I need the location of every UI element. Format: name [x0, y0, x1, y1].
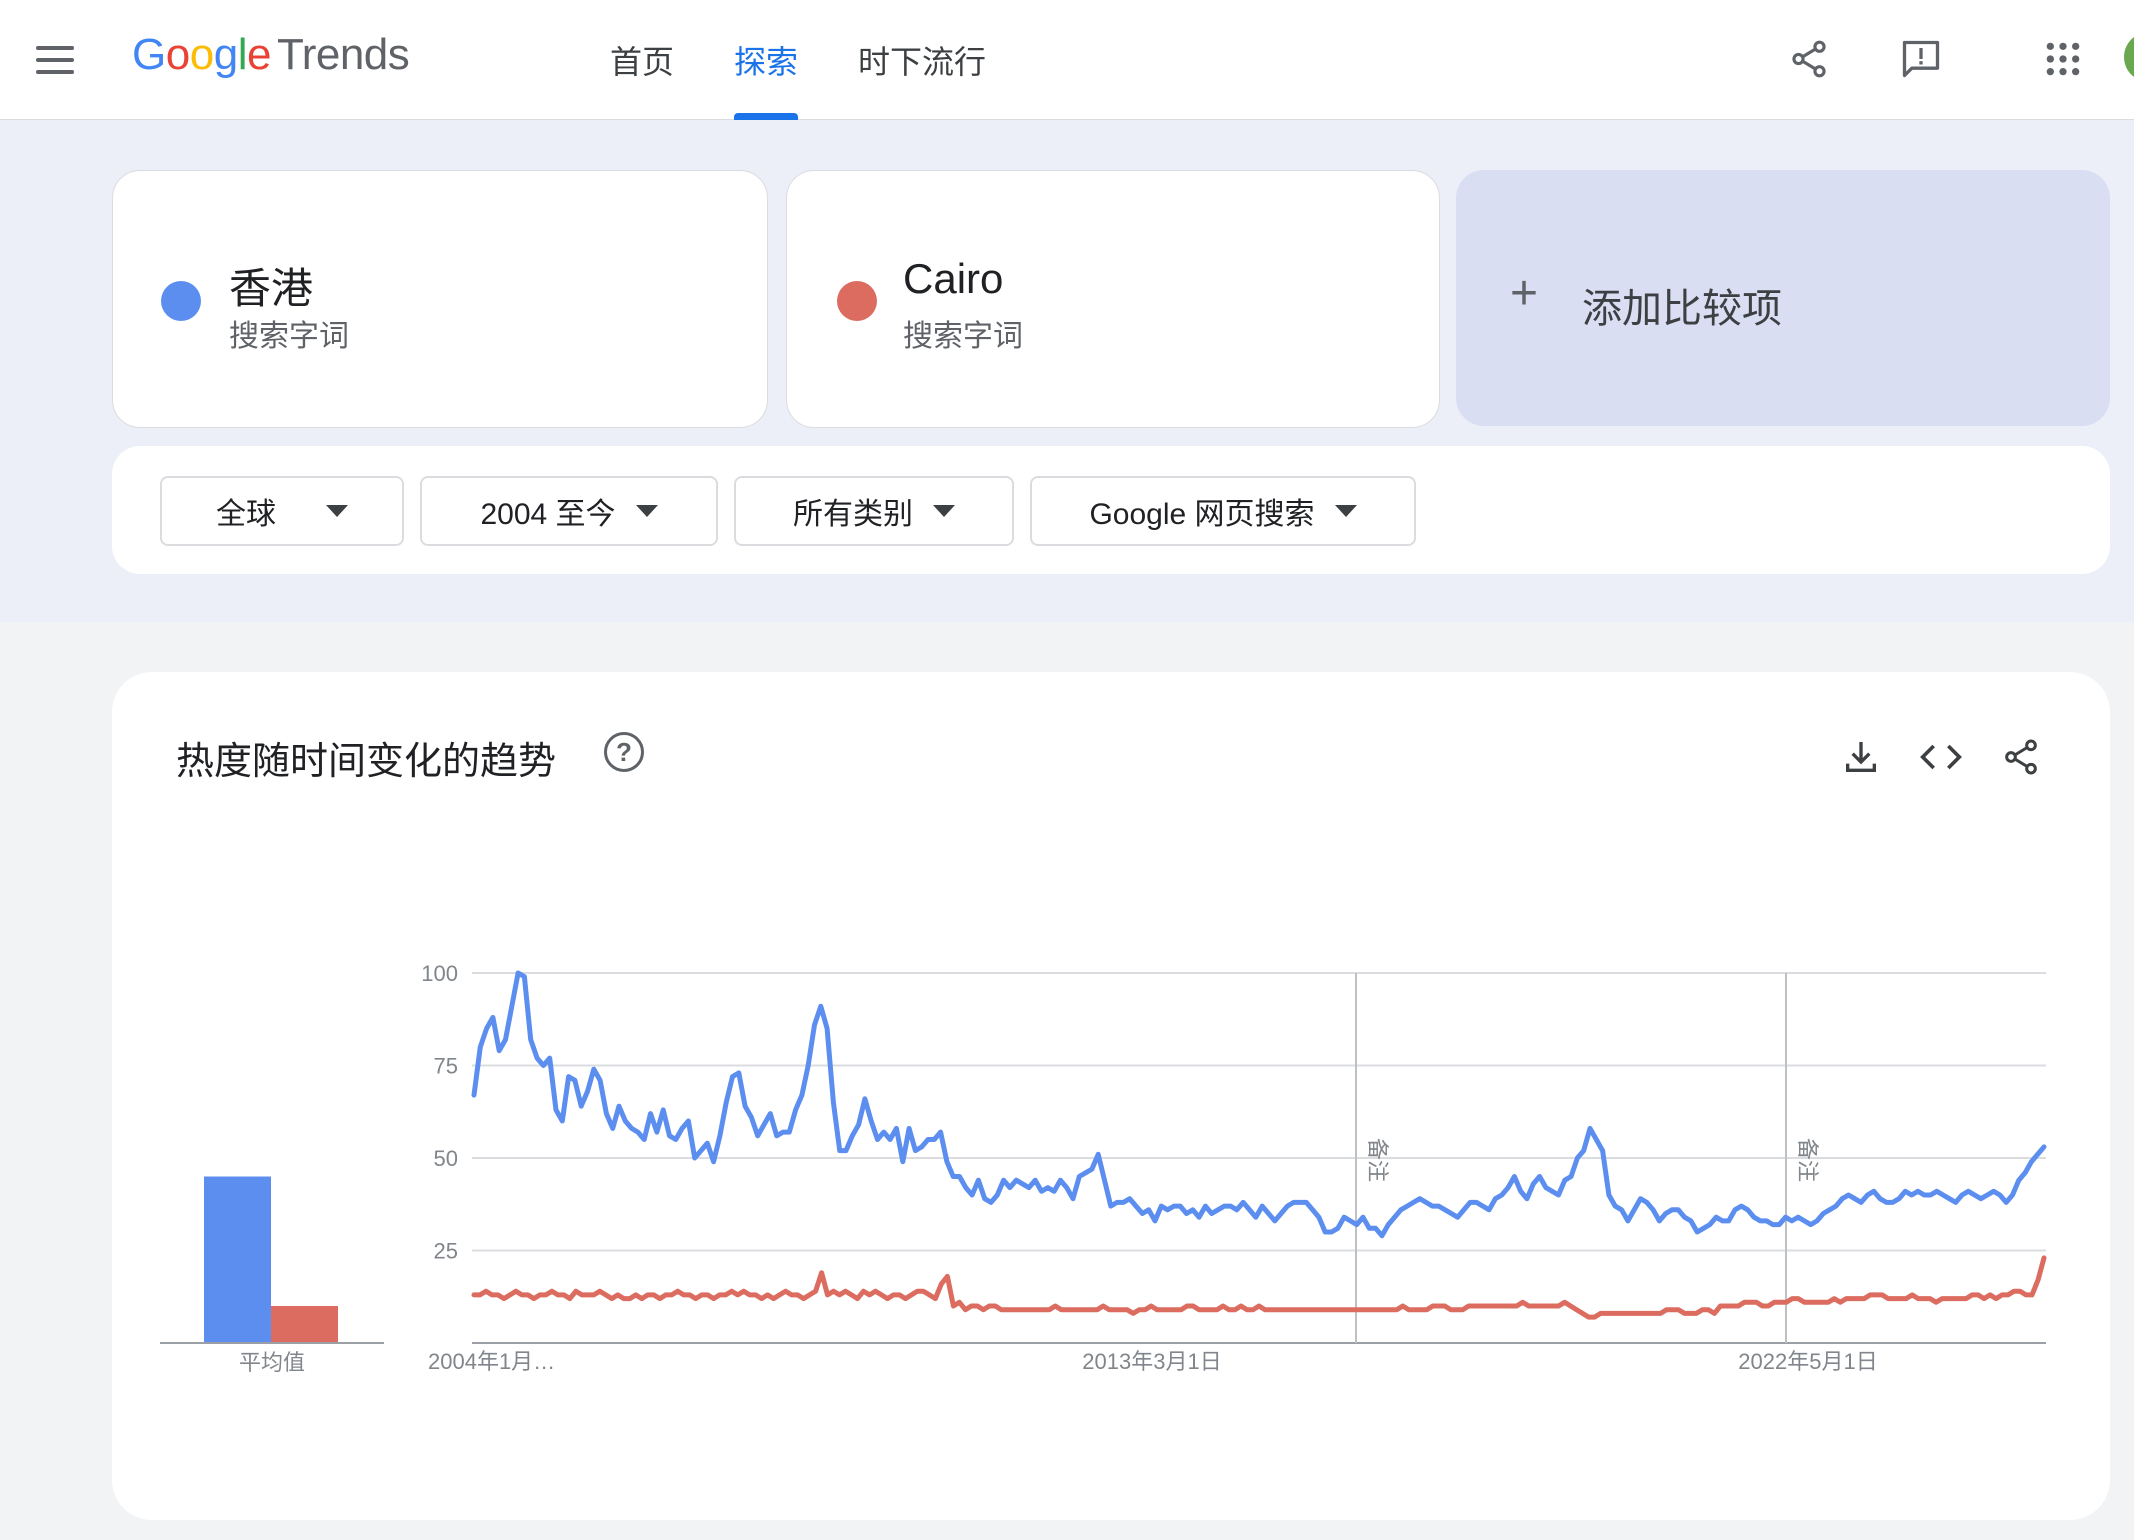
top-bar: Google Trends 首页 探索 时下流行 [0, 0, 2134, 120]
term-type: 搜索字词 [903, 320, 1023, 353]
apps-icon[interactable] [2040, 36, 2086, 82]
menu-icon[interactable] [36, 46, 74, 74]
feedback-icon[interactable] [1898, 36, 1944, 82]
annotation-label: 备注 [1795, 1138, 1820, 1182]
term-type: 搜索字词 [229, 320, 349, 353]
tab-trending[interactable]: 时下流行 [828, 0, 1016, 120]
y-tick-label: 75 [434, 1054, 458, 1079]
main-nav: 首页 探索 时下流行 [580, 0, 1016, 120]
term-name: Cairo [903, 255, 1004, 302]
add-comparison-label: 添加比较项 [1582, 287, 1782, 331]
average-bar [204, 1176, 271, 1343]
term-card-1[interactable]: 香港 搜索字词 [112, 170, 768, 428]
plus-icon: + [1510, 267, 1539, 320]
caret-down-icon [933, 505, 955, 517]
share-icon[interactable] [1786, 36, 1832, 82]
x-tick-label: 2013年3月1日 [1082, 1349, 1221, 1374]
trend-chart[interactable]: 25 50 75 100 备注 备注 2004年1月… 2013年3月1日 2022年5月1日 平… [112, 672, 2110, 1520]
term-color-dot [837, 281, 877, 321]
tab-home[interactable]: 首页 [580, 0, 704, 120]
y-tick-label: 50 [434, 1146, 458, 1171]
logo-trends-text: Trends [276, 30, 410, 79]
y-tick-label: 25 [434, 1239, 458, 1264]
avatar[interactable] [2124, 32, 2134, 82]
region-label: 全球 [216, 498, 276, 531]
average-label: 平均值 [239, 1350, 305, 1375]
caret-down-icon [1334, 505, 1357, 517]
tab-explore[interactable]: 探索 [704, 0, 828, 120]
x-tick-label: 2022年5月1日 [1738, 1349, 1877, 1374]
logo-google-text: Google [132, 30, 271, 79]
search-type-label: Google 网页搜索 [1089, 498, 1315, 531]
google-trends-logo[interactable]: Google Trends [132, 30, 410, 80]
average-bar [271, 1306, 338, 1343]
term-card-2[interactable]: Cairo 搜索字词 [786, 170, 1440, 428]
time-range-label: 2004 至今 [480, 498, 616, 531]
caret-down-icon [635, 505, 658, 517]
time-range-dropdown[interactable]: 2004 至今 [420, 476, 718, 546]
category-label: 所有类别 [793, 498, 913, 531]
interest-over-time-card: 热度随时间变化的趋势 ? 25 50 75 100 备注 备注 2004年1月… 2013年3… [112, 672, 2110, 1520]
filter-panel: 全球 2004 至今 所有类别 Google 网页搜索 [112, 446, 2110, 574]
x-tick-label: 2004年1月… [428, 1349, 555, 1374]
term-name: 香港 [229, 265, 314, 312]
add-comparison-button[interactable]: + 添加比较项 [1456, 170, 2110, 426]
term-color-dot [161, 281, 201, 321]
search-type-dropdown[interactable]: Google 网页搜索 [1030, 476, 1416, 546]
region-dropdown[interactable]: 全球 [160, 476, 404, 546]
caret-down-icon [326, 505, 348, 517]
y-tick-label: 100 [421, 961, 458, 986]
annotation-label: 备注 [1365, 1138, 1390, 1182]
series-line-hongkong [471, 970, 2047, 1239]
category-dropdown[interactable]: 所有类别 [734, 476, 1014, 546]
series-line-cairo [471, 1255, 2047, 1320]
